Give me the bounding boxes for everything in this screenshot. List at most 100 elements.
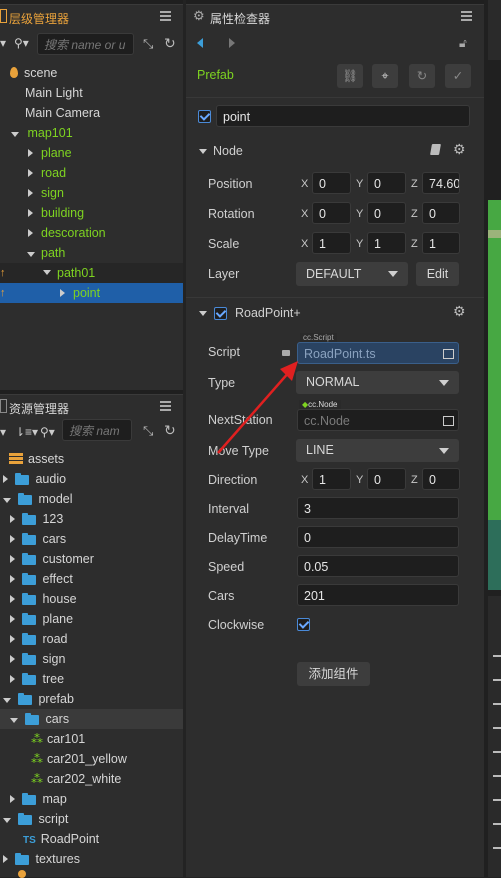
collapse-icon[interactable]: ⤡ bbox=[143, 423, 153, 439]
tree-node[interactable]: ↑ path01 bbox=[0, 263, 183, 283]
collapse-arrow-icon[interactable] bbox=[10, 675, 15, 683]
scale-x-input[interactable]: 1 bbox=[312, 232, 351, 254]
component-enabled-checkbox[interactable] bbox=[214, 307, 227, 320]
layer-edit-button[interactable]: Edit bbox=[416, 262, 459, 286]
add-node-icon[interactable]: ▾ bbox=[0, 36, 6, 50]
direction-x-input[interactable]: 1 bbox=[312, 468, 351, 490]
collapse-arrow-icon[interactable] bbox=[10, 795, 15, 803]
asset-folder[interactable]: map bbox=[10, 789, 67, 809]
hierarchy-tab[interactable]: 层级管理器 bbox=[0, 4, 183, 27]
collapse-arrow-icon[interactable] bbox=[10, 615, 15, 623]
tree-node-selected[interactable]: ↑ point bbox=[0, 283, 183, 303]
collapse-arrow-icon[interactable] bbox=[28, 169, 33, 177]
node-section-header[interactable]: Node ⚙ bbox=[186, 140, 484, 162]
tree-node[interactable]: road bbox=[28, 163, 66, 183]
expand-arrow-icon[interactable] bbox=[43, 270, 51, 275]
assets-menu-icon[interactable] bbox=[160, 401, 171, 412]
asset-folder[interactable]: prefab bbox=[3, 689, 74, 709]
tree-node[interactable]: map101 bbox=[11, 123, 73, 143]
position-x-input[interactable]: 0 bbox=[312, 172, 351, 194]
node-name-input[interactable]: point bbox=[216, 105, 470, 127]
hierarchy-search-input[interactable]: 搜索 name or u bbox=[37, 33, 134, 55]
asset-folder[interactable]: road bbox=[10, 629, 68, 649]
collapse-arrow-icon[interactable] bbox=[28, 229, 33, 237]
expand-arrow-icon[interactable] bbox=[3, 698, 11, 703]
rotation-z-input[interactable]: 0 bbox=[422, 202, 460, 224]
locate-prefab-button[interactable]: ⌖ bbox=[372, 64, 398, 88]
assets-tab[interactable]: 资源管理器 bbox=[0, 394, 183, 417]
collapse-arrow-icon[interactable] bbox=[10, 535, 15, 543]
asset-folder[interactable]: cars bbox=[10, 529, 66, 549]
next-station-field[interactable]: cc.Node bbox=[297, 409, 459, 431]
assets-search-input[interactable]: 搜索 nam bbox=[62, 419, 132, 441]
component-header[interactable]: RoadPoint+ ⚙ bbox=[186, 303, 484, 325]
asset-folder[interactable]: sign bbox=[10, 649, 65, 669]
unlink-prefab-button[interactable]: ⛓ bbox=[337, 64, 363, 88]
settings-icon[interactable]: ⚙ bbox=[453, 141, 466, 158]
collapse-arrow-icon[interactable] bbox=[28, 189, 33, 197]
hierarchy-menu-icon[interactable] bbox=[160, 11, 171, 22]
tree-node[interactable]: Main Light bbox=[25, 83, 83, 103]
tree-node[interactable]: path bbox=[27, 243, 65, 263]
inspector-menu-icon[interactable] bbox=[461, 11, 472, 22]
position-y-input[interactable]: 0 bbox=[367, 172, 406, 194]
pick-node-icon[interactable] bbox=[443, 416, 454, 426]
script-field[interactable]: RoadPoint.ts bbox=[297, 342, 459, 364]
asset-prefab[interactable]: ⁂ car101 bbox=[31, 729, 85, 749]
direction-z-input[interactable]: 0 bbox=[422, 468, 460, 490]
refresh-icon[interactable]: ↻ bbox=[164, 35, 176, 52]
expand-arrow-icon[interactable] bbox=[27, 252, 35, 257]
apply-prefab-button[interactable]: ✓ bbox=[445, 64, 471, 88]
rotation-y-input[interactable]: 0 bbox=[367, 202, 406, 224]
collapse-arrow-icon[interactable] bbox=[60, 289, 65, 297]
expand-arrow-icon[interactable] bbox=[11, 132, 19, 137]
asset-folder-selected[interactable]: cars bbox=[0, 709, 183, 729]
sort-icon[interactable]: ⇂≡▾ bbox=[15, 425, 38, 439]
layer-select[interactable]: DEFAULT bbox=[296, 262, 408, 286]
asset-prefab[interactable]: ⁂ car201_yellow bbox=[31, 749, 127, 769]
settings-icon[interactable]: ⚙ bbox=[453, 303, 466, 320]
asset-folder[interactable]: 123 bbox=[10, 509, 63, 529]
asset-folder[interactable]: model bbox=[3, 489, 73, 509]
asset-folder[interactable]: tree bbox=[10, 669, 64, 689]
tree-node[interactable]: sign bbox=[28, 183, 64, 203]
asset-folder[interactable]: effect bbox=[10, 569, 73, 589]
expand-arrow-icon[interactable] bbox=[3, 818, 11, 823]
collapse-arrow-icon[interactable] bbox=[28, 209, 33, 217]
tree-node[interactable]: building bbox=[28, 203, 84, 223]
rotation-x-input[interactable]: 0 bbox=[312, 202, 351, 224]
speed-input[interactable]: 0.05 bbox=[297, 555, 459, 577]
tree-node[interactable]: Main Camera bbox=[25, 103, 100, 123]
collapse-arrow-icon[interactable] bbox=[10, 655, 15, 663]
expand-arrow-icon[interactable] bbox=[199, 149, 207, 154]
add-asset-icon[interactable]: ▾ bbox=[0, 425, 6, 439]
refresh-icon[interactable]: ↻ bbox=[164, 422, 176, 439]
expand-arrow-icon[interactable] bbox=[10, 718, 18, 723]
position-z-input[interactable]: 74.60 bbox=[422, 172, 460, 194]
node-active-checkbox[interactable] bbox=[198, 110, 211, 123]
add-component-button[interactable]: 添加组件 bbox=[297, 662, 370, 686]
collapse-arrow-icon[interactable] bbox=[10, 515, 15, 523]
revert-prefab-button[interactable]: ↻ bbox=[409, 64, 435, 88]
book-icon[interactable] bbox=[430, 144, 441, 155]
collapse-arrow-icon[interactable] bbox=[10, 555, 15, 563]
search-filter-icon[interactable]: ⚲▾ bbox=[14, 36, 29, 50]
collapse-arrow-icon[interactable] bbox=[10, 635, 15, 643]
delay-time-input[interactable]: 0 bbox=[297, 526, 459, 548]
interval-input[interactable]: 3 bbox=[297, 497, 459, 519]
scale-z-input[interactable]: 1 bbox=[422, 232, 460, 254]
collapse-arrow-icon[interactable] bbox=[28, 149, 33, 157]
expand-arrow-icon[interactable] bbox=[3, 498, 11, 503]
inspector-tab[interactable]: ⚙ 属性检查器 bbox=[186, 4, 484, 27]
move-type-select[interactable]: LINE bbox=[296, 439, 459, 462]
lock-icon[interactable]: 🔓︎ bbox=[459, 36, 467, 51]
tree-node[interactable]: plane bbox=[28, 143, 72, 163]
asset-script[interactable]: TS RoadPoint bbox=[23, 829, 99, 849]
collapse-arrow-icon[interactable] bbox=[10, 575, 15, 583]
collapse-arrow-icon[interactable] bbox=[3, 855, 8, 863]
asset-folder[interactable]: plane bbox=[10, 609, 73, 629]
asset-folder[interactable]: textures bbox=[3, 849, 80, 869]
asset-folder[interactable]: audio bbox=[3, 469, 66, 489]
search-filter-icon[interactable]: ⚲▾ bbox=[40, 425, 55, 439]
forward-arrow-icon[interactable] bbox=[229, 38, 235, 48]
